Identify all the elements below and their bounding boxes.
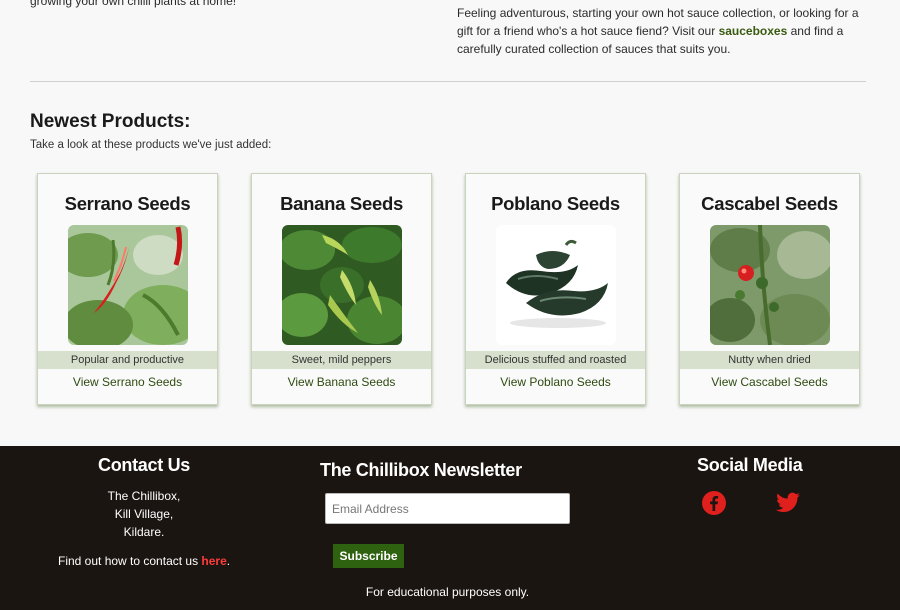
twitter-icon[interactable]	[775, 490, 801, 516]
product-card-serrano: Serrano Seeds Popular and productive Vie…	[37, 173, 218, 405]
educational-note: For educational purposes only.	[365, 585, 530, 599]
intro-left-text: growing your own chilli plants at home!	[30, 0, 237, 8]
contact-us-heading: Contact Us	[98, 455, 191, 475]
newest-products-heading: Newest Products:	[30, 111, 191, 132]
product-title: Poblano Seeds	[491, 193, 620, 214]
product-title: Banana Seeds	[280, 193, 403, 214]
social-media-heading: Social Media	[697, 455, 803, 475]
address-line: Kill Village,	[114, 507, 174, 521]
intro-right-paragraph: Feeling adventurous, starting your own h…	[457, 4, 877, 58]
newsletter-heading: The Chillibox Newsletter	[320, 460, 522, 480]
newsletter-email-input[interactable]	[325, 493, 570, 524]
address-line: Kildare.	[123, 525, 165, 539]
view-poblano-seeds-link[interactable]: View Poblano Seeds	[466, 375, 645, 389]
view-serrano-seeds-link[interactable]: View Serrano Seeds	[38, 375, 217, 389]
facebook-icon[interactable]	[701, 490, 727, 516]
site-footer: Contact Us The Chillibox, Kill Village, …	[0, 446, 900, 610]
address-line: The Chillibox,	[107, 489, 181, 503]
cascabel-chilli-image	[710, 225, 830, 345]
newest-products-subtitle: Take a look at these products we've just…	[30, 139, 272, 151]
section-divider	[30, 81, 866, 82]
contact-here-link[interactable]: here	[201, 554, 226, 568]
view-cascabel-seeds-link[interactable]: View Cascabel Seeds	[680, 375, 859, 389]
product-title: Cascabel Seeds	[701, 193, 838, 214]
product-tagline: Popular and productive	[38, 351, 217, 369]
product-tagline: Sweet, mild peppers	[252, 351, 431, 369]
view-banana-seeds-link[interactable]: View Banana Seeds	[252, 375, 431, 389]
product-tagline: Delicious stuffed and roasted	[466, 351, 645, 369]
contact-line-text: Find out how to contact us	[58, 554, 202, 568]
contact-line: Find out how to contact us here.	[58, 554, 230, 568]
sauceboxes-link[interactable]: sauceboxes	[719, 24, 788, 38]
banana-pepper-image	[282, 225, 402, 345]
product-tagline: Nutty when dried	[680, 351, 859, 369]
product-card-cascabel: Cascabel Seeds Nutty when dried View Cas…	[679, 173, 860, 405]
poblano-pepper-image	[496, 225, 616, 345]
product-title: Serrano Seeds	[64, 193, 191, 214]
subscribe-button[interactable]: Subscribe	[333, 544, 404, 568]
serrano-chilli-image	[68, 225, 188, 345]
product-card-banana: Banana Seeds Sweet, mild peppers View Ba…	[251, 173, 432, 405]
contact-address: The Chillibox, Kill Village, Kildare.	[94, 487, 194, 541]
contact-line-end: .	[226, 554, 231, 568]
product-card-poblano: Poblano Seeds Delicious stuffed and roas…	[465, 173, 646, 405]
